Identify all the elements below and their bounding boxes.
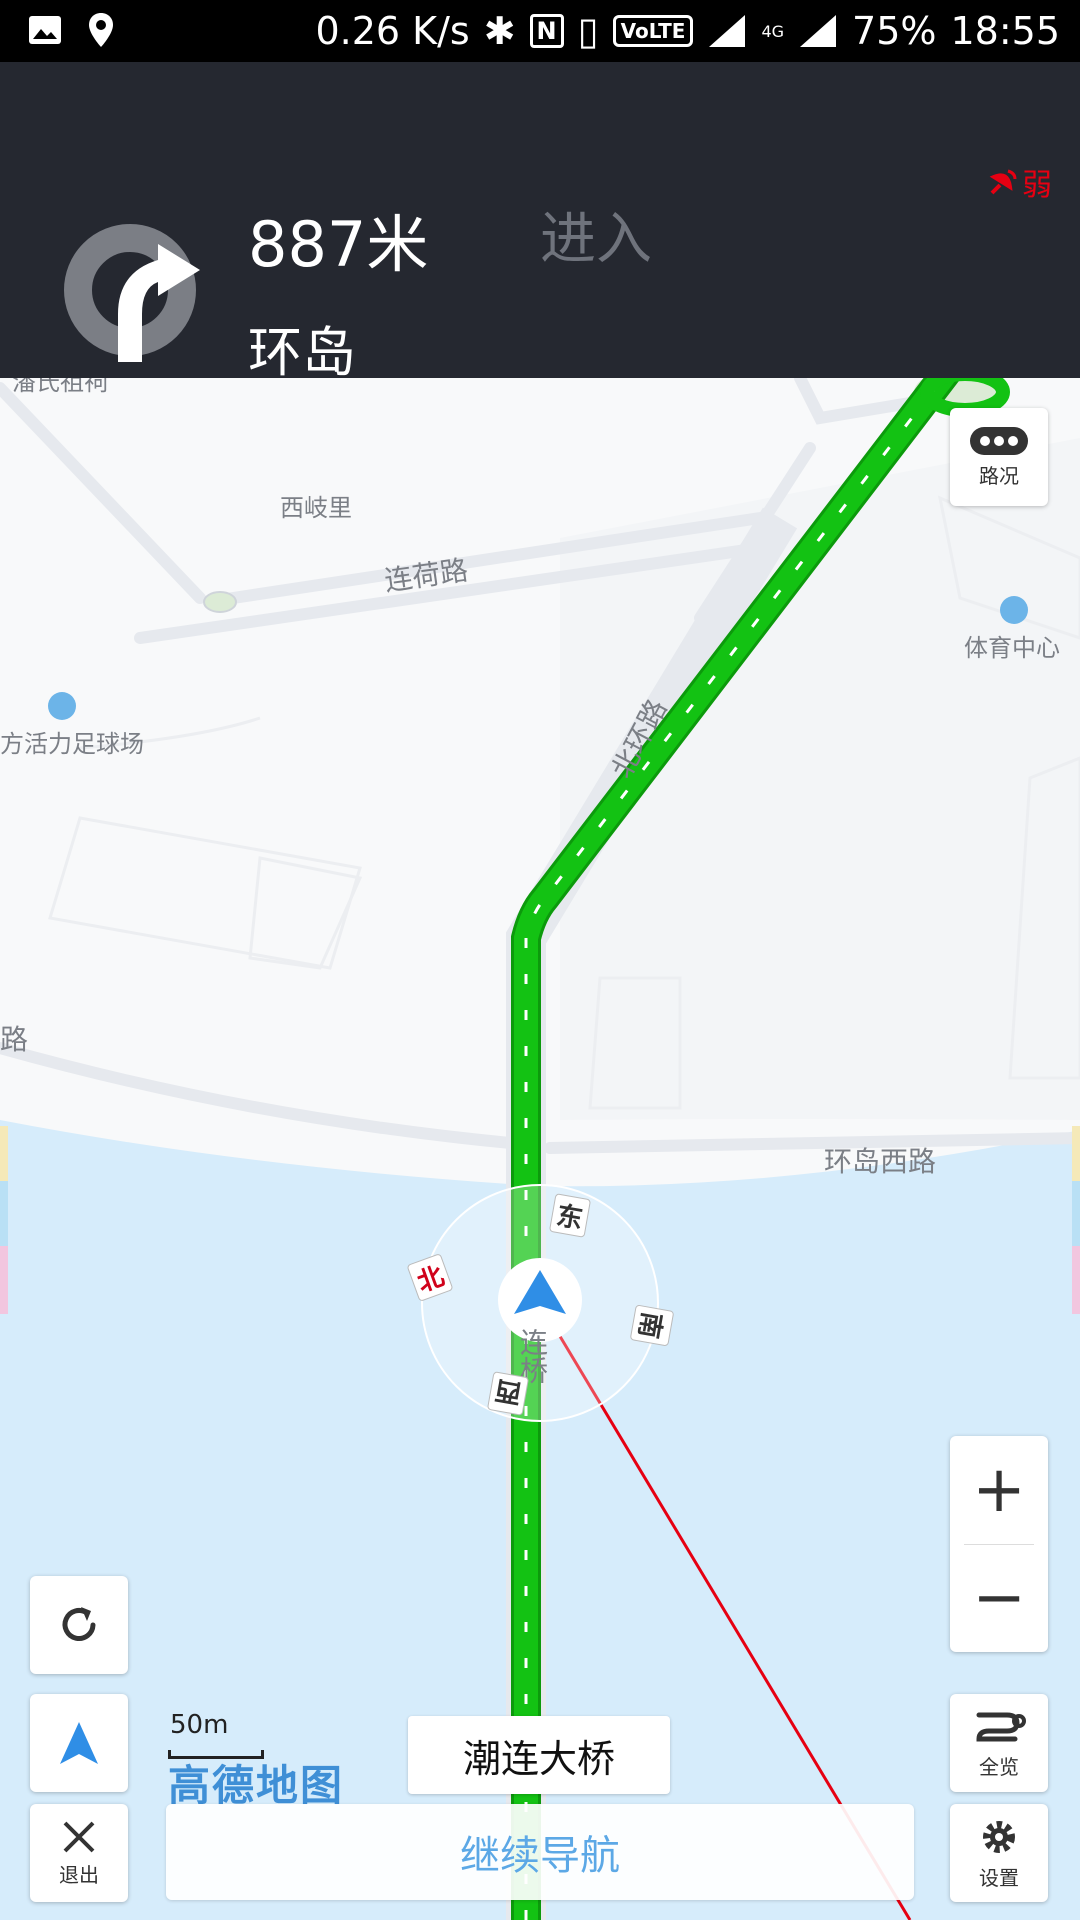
compass-west: 西	[486, 1371, 530, 1416]
zoom-in-button[interactable]: +	[950, 1436, 1048, 1544]
turn-action: 进入	[540, 207, 652, 272]
zoom-out-button[interactable]: −	[950, 1544, 1048, 1652]
map-label-huan-dao-xi-lu: 环岛西路	[824, 1145, 937, 1178]
signal-icon-2	[800, 15, 837, 47]
exit-label: 退出	[59, 1862, 99, 1887]
net-speed: 0.26 K/s	[315, 9, 470, 53]
zoom-divider	[964, 1544, 1034, 1545]
traffic-label: 路况	[979, 463, 1019, 488]
gear-icon	[983, 1820, 1015, 1853]
overview-label: 全览	[979, 1754, 1019, 1779]
signal-strength-label: 弱	[1022, 168, 1052, 203]
gps-signal-status: 弱	[988, 160, 1052, 204]
compass-east: 东	[548, 1193, 592, 1238]
map-label-pan-shi: 潘氏祖祠	[12, 378, 108, 396]
exit-button[interactable]: 退出	[30, 1804, 128, 1902]
network-type: 4G	[761, 21, 785, 41]
compass-south: 南	[629, 1304, 675, 1347]
map-view[interactable]: 潘氏祖祠 西岐里 连荷路 北环路 体育中心 方活力足球场 路 环岛西路 连桥 北…	[0, 378, 1080, 1920]
continue-navigation-button[interactable]: 继续导航	[166, 1804, 914, 1900]
turn-distance: 887米	[248, 208, 429, 281]
signal-icon	[709, 15, 746, 47]
next-road-name: 环岛	[248, 321, 356, 384]
map-label-road-left: 路	[0, 1023, 29, 1056]
nav-guidance-panel: 887米 进入 环岛 弱	[0, 62, 1080, 384]
map-scale-label: 50m	[170, 1710, 229, 1740]
satellite-icon	[989, 169, 1017, 195]
location-icon	[89, 13, 113, 47]
overview-icon	[976, 1712, 1026, 1741]
map-label-football-field: 方活力足球场	[0, 730, 144, 758]
map-label-sports-center: 体育中心	[964, 634, 1060, 662]
compass-arrow-icon	[60, 1722, 98, 1764]
vibrate-icon: ▯	[577, 9, 599, 53]
map-label-xi-qi-li: 西岐里	[280, 494, 352, 522]
route-overview-button[interactable]: 全览	[950, 1694, 1048, 1792]
battery-level: 75%	[852, 9, 937, 53]
settings-label: 设置	[979, 1865, 1019, 1890]
traffic-toggle-button[interactable]: 路况	[950, 408, 1048, 506]
zoom-controls: + −	[950, 1436, 1048, 1652]
gallery-icon	[29, 16, 61, 44]
refresh-icon	[62, 1607, 96, 1641]
refresh-route-button[interactable]	[30, 1576, 128, 1674]
bluetooth-icon: ✱	[483, 9, 516, 53]
current-road-label: 潮连大桥	[408, 1716, 670, 1794]
roundabout-turn-icon	[64, 224, 200, 362]
sports-center-poi-icon	[1000, 596, 1028, 624]
traffic-icon	[970, 426, 1028, 455]
nfc-icon: N	[529, 14, 564, 48]
settings-button[interactable]: 设置	[950, 1804, 1048, 1902]
status-bar: 0.26 K/s ✱ N ▯ VoLTE 4G 75% 18:55	[0, 0, 1080, 62]
volte-badge: VoLTE	[612, 15, 694, 47]
locate-mode-button[interactable]	[30, 1694, 128, 1792]
close-icon	[63, 1821, 95, 1852]
clock: 18:55	[950, 9, 1060, 53]
football-field-poi-icon	[48, 692, 76, 720]
